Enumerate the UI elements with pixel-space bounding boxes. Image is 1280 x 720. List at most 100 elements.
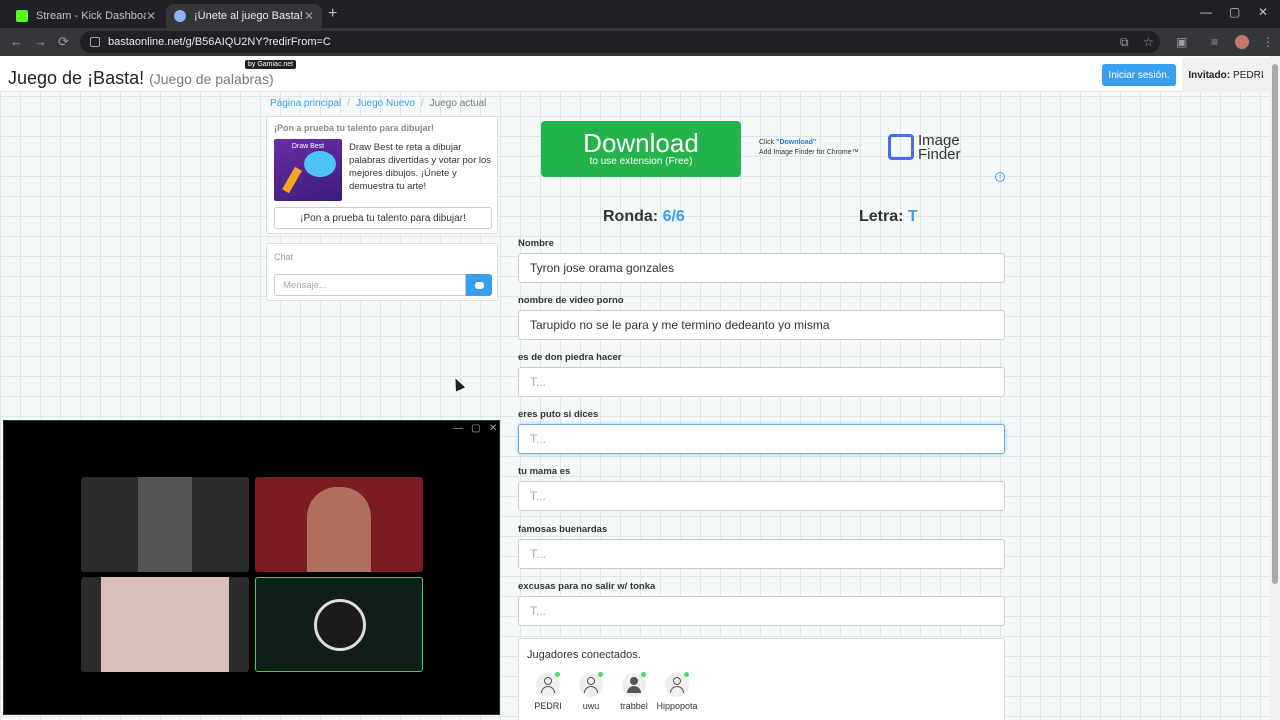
site-header: Juego de ¡Basta! (Juego de palabras) by … <box>0 56 1270 92</box>
participant-video <box>101 577 229 672</box>
chat-send-button[interactable] <box>466 274 492 296</box>
paint-splash-icon <box>304 151 336 177</box>
player-item[interactable]: Hippopota <box>654 672 700 711</box>
field-label-excusas: excusas para no salir w/ tonka <box>518 581 656 592</box>
promo-button[interactable]: ¡Pon a prueba tu talento para dibujar! <box>274 207 492 229</box>
close-icon[interactable]: ✕ <box>146 9 156 23</box>
draw-best-image[interactable]: Draw Best <box>274 139 342 201</box>
ad-instructions: Click "Download" Add Image Finder for Ch… <box>759 138 859 158</box>
user-icon <box>536 672 560 697</box>
user-icon <box>665 672 689 697</box>
player-item[interactable]: trabbel <box>611 672 657 711</box>
translate-icon[interactable]: ⧉ <box>1120 35 1129 50</box>
players-title: Jugadores conectados. <box>527 649 641 661</box>
chat-message-input[interactable]: Mensaje... <box>274 274 466 296</box>
call-minimize-button[interactable]: — <box>453 423 463 434</box>
chat-bubble-icon <box>474 281 484 289</box>
video-tile[interactable] <box>81 477 249 572</box>
video-tile[interactable] <box>255 477 423 572</box>
tab-title: Stream - Kick Dashboard <box>36 10 146 22</box>
url-text: bastaonline.net/g/B56AIQU2NY?redirFrom=C <box>108 36 331 48</box>
title-subtitle: (Juego de palabras) <box>149 71 274 87</box>
player-item[interactable]: PEDRI <box>525 672 571 711</box>
ad-download-button[interactable]: Download to use extension (Free) <box>541 121 741 177</box>
field-input-mama[interactable]: T... <box>518 481 1005 511</box>
pencil-icon <box>282 166 302 194</box>
field-input-excusas[interactable]: T... <box>518 596 1005 626</box>
globe-icon <box>174 10 186 22</box>
field-label-eres: eres puto si dices <box>518 409 599 420</box>
call-close-button[interactable]: ✕ <box>489 423 497 434</box>
field-input-eres[interactable]: T... <box>518 424 1005 454</box>
field-label-don-piedra: es de don piedra hacer <box>518 352 622 363</box>
gamiac-badge[interactable]: by Gamiac.net <box>245 60 297 69</box>
new-tab-button[interactable]: + <box>328 5 337 23</box>
ad-click-highlight: "Download" <box>776 139 817 146</box>
close-icon[interactable]: ✕ <box>304 9 314 23</box>
field-label-mama: tu mama es <box>518 466 571 477</box>
round-indicator: Ronda: 6/6 <box>603 208 685 226</box>
guest-name: PEDRI <box>1233 69 1264 81</box>
screen-icon[interactable]: ▣ <box>1176 35 1187 49</box>
user-icon <box>622 672 646 697</box>
profile-icon[interactable] <box>1235 35 1249 49</box>
back-button[interactable]: ← <box>10 34 23 49</box>
brand-line-2: Finder <box>918 146 961 163</box>
promo-description: Draw Best te reta a dibujar palabras div… <box>349 142 492 192</box>
participant-avatar <box>314 599 366 651</box>
participant-video <box>138 477 192 572</box>
image-finder-logo[interactable]: Image Finder <box>918 133 961 163</box>
players-panel: Jugadores conectados. PEDRI uwu trabbel … <box>518 638 1005 720</box>
tab-title: ¡Únete al juego Basta! <box>194 10 303 22</box>
round-label: Ronda: <box>603 208 659 225</box>
breadcrumb-new-game[interactable]: Juego Nuevo <box>356 98 415 109</box>
ad-info-icon[interactable]: i <box>995 172 1005 182</box>
field-input-don-piedra[interactable]: T... <box>518 367 1005 397</box>
guest-label: Invitado: <box>1188 69 1231 81</box>
window-close-button[interactable]: ✕ <box>1258 5 1268 19</box>
site-info-icon[interactable] <box>90 37 100 47</box>
round-value: 6/6 <box>662 208 685 225</box>
video-tile-active-speaker[interactable] <box>255 577 423 672</box>
field-label-video: nombre de video porno <box>518 295 624 306</box>
field-input-video[interactable]: Tarupido no se le para y me termino dede… <box>518 310 1005 340</box>
letter-label: Letra: <box>859 208 904 225</box>
call-maximize-button[interactable]: ▢ <box>471 423 480 434</box>
video-tile[interactable] <box>81 577 249 672</box>
reload-button[interactable]: ⟳ <box>58 34 69 50</box>
online-dot-icon <box>598 672 603 677</box>
media-icon[interactable]: ≡ <box>1211 35 1218 49</box>
mouse-cursor-icon <box>450 376 466 392</box>
maximize-button[interactable]: ▢ <box>1229 5 1240 19</box>
breadcrumb: Página principal / Juego Nuevo / Juego a… <box>270 98 486 109</box>
breadcrumb-home[interactable]: Página principal <box>270 98 341 109</box>
online-dot-icon <box>684 672 689 677</box>
forward-button[interactable]: → <box>34 34 47 49</box>
page-scrollbar[interactable] <box>1270 56 1280 720</box>
tab-kick-dashboard[interactable]: Stream - Kick Dashboard ✕ <box>8 4 164 28</box>
user-icon <box>579 672 603 697</box>
breadcrumb-separator: / <box>420 98 424 109</box>
online-dot-icon <box>555 672 560 677</box>
player-name: Hippopota <box>656 701 698 711</box>
login-button[interactable]: Iniciar sesión. <box>1102 64 1176 86</box>
browser-toolbar: ← → ⟳ bastaonline.net/g/B56AIQU2NY?redir… <box>0 28 1280 56</box>
title-text: Juego de ¡Basta! <box>8 68 145 88</box>
video-call-window[interactable]: — ▢ ✕ <box>3 420 500 715</box>
minimize-button[interactable]: — <box>1200 5 1212 19</box>
player-name: PEDRI <box>534 701 562 711</box>
address-bar[interactable]: bastaonline.net/g/B56AIQU2NY?redirFrom=C <box>80 31 1160 53</box>
menu-icon[interactable]: ⋮ <box>1262 35 1274 49</box>
star-icon[interactable]: ☆ <box>1143 35 1154 49</box>
scrollbar-thumb[interactable] <box>1272 64 1278 584</box>
player-item[interactable]: uwu <box>568 672 614 711</box>
field-input-famosas[interactable]: T... <box>518 539 1005 569</box>
guest-indicator: Invitado: PEDRI <box>1182 58 1270 92</box>
draw-best-logo: Draw Best <box>291 143 325 150</box>
page-title[interactable]: Juego de ¡Basta! (Juego de palabras) <box>8 68 274 89</box>
kick-icon <box>16 10 28 22</box>
ad-add-text: Add Image Finder for Chrome™ <box>759 149 859 156</box>
tab-basta[interactable]: ¡Únete al juego Basta! ✕ <box>166 4 322 28</box>
field-input-nombre[interactable]: Tyron jose orama gonzales <box>518 253 1005 283</box>
promo-title: ¡Pon a prueba tu talento para dibujar! <box>274 123 435 133</box>
